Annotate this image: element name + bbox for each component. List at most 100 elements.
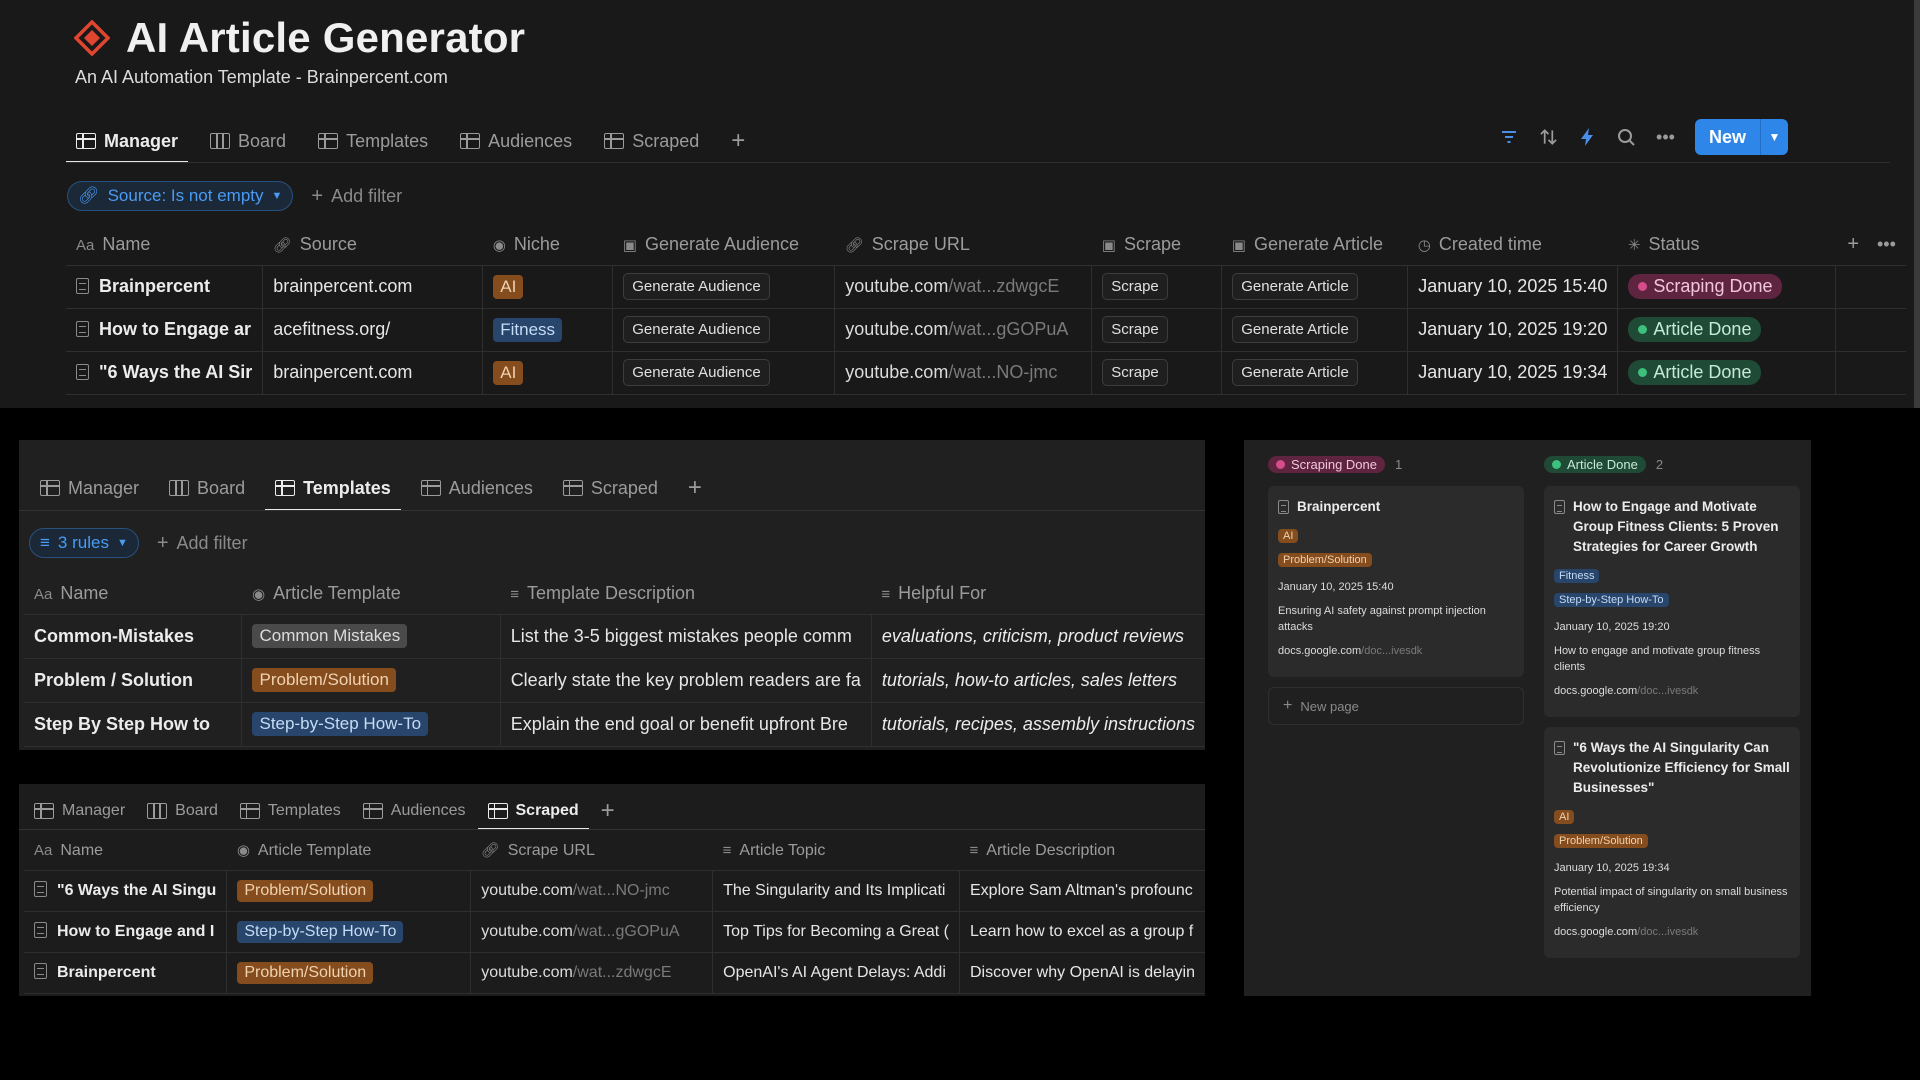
- sort-icon[interactable]: [1539, 128, 1558, 147]
- new-button[interactable]: New ▼: [1694, 119, 1788, 155]
- generate-audience-button[interactable]: Generate Audience: [623, 273, 770, 300]
- add-filter-button[interactable]: + Add filter: [311, 185, 402, 208]
- tab-scraped[interactable]: Scraped: [477, 793, 589, 830]
- new-button-label[interactable]: New: [1695, 119, 1760, 155]
- add-view-icon[interactable]: +: [688, 474, 702, 502]
- tab-manager[interactable]: Manager: [34, 793, 125, 829]
- tab-scraped[interactable]: Scraped: [604, 120, 699, 162]
- name-cell[interactable]: Common-Mistakes: [24, 614, 243, 659]
- tab-audiences[interactable]: Audiences: [460, 120, 572, 162]
- table-row[interactable]: "6 Ways the AI Singu Problem/Solution yo…: [24, 870, 1205, 912]
- name-cell[interactable]: "6 Ways the AI Singu: [24, 870, 228, 912]
- description-cell[interactable]: Explore Sam Altman's profounc: [959, 870, 1205, 912]
- description-cell[interactable]: Discover why OpenAI is delayin: [959, 952, 1205, 994]
- column-header-status[interactable]: ✳ Status: [1617, 225, 1836, 266]
- topic-cell[interactable]: Top Tips for Becoming a Great (: [712, 911, 960, 953]
- column-header-generate-audience[interactable]: ▣ Generate Audience: [612, 225, 835, 266]
- description-cell[interactable]: Learn how to excel as a group f: [959, 911, 1205, 953]
- generate-audience-button[interactable]: Generate Audience: [623, 316, 770, 343]
- table-row[interactable]: Problem / Solution Problem/Solution Clea…: [24, 658, 1205, 703]
- name-cell[interactable]: Brainpercent: [66, 265, 264, 309]
- niche-cell[interactable]: AI: [482, 351, 614, 395]
- tab-manager[interactable]: Manager: [40, 466, 139, 510]
- more-icon[interactable]: •••: [1877, 234, 1896, 254]
- chevron-down-icon[interactable]: ▼: [1760, 119, 1788, 155]
- tab-templates[interactable]: Templates: [265, 466, 401, 511]
- card-link[interactable]: docs.google.com/doc...ivesdk: [1554, 924, 1790, 940]
- helpful-cell[interactable]: tutorials, recipes, assembly instruction…: [871, 702, 1205, 747]
- search-icon[interactable]: [1617, 128, 1636, 147]
- board-card[interactable]: How to Engage and Motivate Group Fitness…: [1544, 486, 1800, 717]
- template-cell[interactable]: Step-by-Step How-To: [241, 702, 501, 747]
- scrape-url-cell[interactable]: youtube.com/wat...gGOPuA: [834, 308, 1093, 352]
- name-cell[interactable]: "6 Ways the AI Sir: [66, 351, 264, 395]
- template-cell[interactable]: Problem/Solution: [226, 952, 472, 994]
- table-row[interactable]: Brainpercent Problem/Solution youtube.co…: [24, 952, 1205, 994]
- source-filter-pill[interactable]: 🔗︎ Source: Is not empty ▼: [67, 181, 294, 211]
- column-header-article-template[interactable]: ◉ Article Template: [241, 574, 501, 615]
- description-cell[interactable]: Clearly state the key problem readers ar…: [500, 658, 872, 703]
- tab-templates[interactable]: Templates: [239, 793, 341, 829]
- status-cell[interactable]: Article Done: [1617, 308, 1837, 352]
- column-header-template-description[interactable]: ≡ Template Description: [500, 574, 872, 615]
- card-link[interactable]: docs.google.com/doc...ivesdk: [1278, 643, 1514, 659]
- name-cell[interactable]: Brainpercent: [24, 952, 228, 994]
- scrape-url-cell[interactable]: youtube.com/wat...zdwgcE: [470, 952, 714, 994]
- column-header-article-template[interactable]: ◉ Article Template: [226, 832, 471, 871]
- helpful-cell[interactable]: tutorials, how-to articles, sales letter…: [871, 658, 1205, 703]
- generate-article-button[interactable]: Generate Article: [1232, 359, 1358, 386]
- status-cell[interactable]: Scraping Done: [1617, 265, 1837, 309]
- column-header-article-description[interactable]: ≡ Article Description: [959, 832, 1205, 871]
- tab-board[interactable]: Board: [210, 120, 286, 162]
- table-row[interactable]: Step By Step How to Step-by-Step How-To …: [24, 702, 1205, 747]
- column-header-article-topic[interactable]: ≡ Article Topic: [712, 832, 960, 871]
- scrape-url-cell[interactable]: youtube.com/wat...zdwgcE: [834, 265, 1093, 309]
- tab-audiences[interactable]: Audiences: [362, 793, 466, 829]
- scrape-url-cell[interactable]: youtube.com/wat...NO-jmc: [834, 351, 1093, 395]
- table-row[interactable]: How to Engage and I Step-by-Step How-To …: [24, 911, 1205, 953]
- name-cell[interactable]: Step By Step How to: [24, 702, 243, 747]
- generate-article-button[interactable]: Generate Article: [1232, 273, 1358, 300]
- table-row[interactable]: Brainpercent brainpercent.com AI Generat…: [66, 265, 1906, 309]
- tab-audiences[interactable]: Audiences: [420, 466, 533, 510]
- template-cell[interactable]: Problem/Solution: [226, 870, 472, 912]
- column-header-helpful-for[interactable]: ≡ Helpful For: [871, 574, 1205, 615]
- source-cell[interactable]: acefitness.org/: [262, 308, 484, 352]
- source-cell[interactable]: brainpercent.com: [262, 351, 484, 395]
- column-header-scrape-url[interactable]: 🔗︎ Scrape URL: [470, 832, 713, 871]
- column-header-niche[interactable]: ◉ Niche: [482, 225, 613, 266]
- template-cell[interactable]: Common Mistakes: [241, 614, 501, 659]
- generate-article-button[interactable]: Generate Article: [1232, 316, 1358, 343]
- tab-board[interactable]: Board: [169, 466, 245, 510]
- column-header-created-time[interactable]: ◷ Created time: [1407, 225, 1618, 266]
- niche-cell[interactable]: Fitness: [482, 308, 614, 352]
- topic-cell[interactable]: OpenAI's AI Agent Delays: Addi: [712, 952, 960, 994]
- table-row[interactable]: "6 Ways the AI Sir brainpercent.com AI G…: [66, 351, 1906, 395]
- topic-cell[interactable]: The Singularity and Its Implicati: [712, 870, 960, 912]
- generate-audience-button[interactable]: Generate Audience: [623, 359, 770, 386]
- add-view-icon[interactable]: +: [601, 797, 615, 825]
- status-cell[interactable]: Article Done: [1617, 351, 1837, 395]
- description-cell[interactable]: List the 3-5 biggest mistakes people com…: [500, 614, 872, 659]
- tab-templates[interactable]: Templates: [318, 120, 428, 162]
- scrape-button[interactable]: Scrape: [1102, 316, 1168, 343]
- board-card[interactable]: "6 Ways the AI Singularity Can Revolutio…: [1544, 727, 1800, 958]
- tab-manager[interactable]: Manager: [65, 120, 189, 163]
- new-page-button[interactable]: + New page: [1268, 687, 1524, 725]
- column-header-name[interactable]: Aa Name: [24, 832, 227, 871]
- add-filter-button[interactable]: + Add filter: [157, 532, 248, 555]
- column-header-source[interactable]: 🔗︎ Source: [262, 225, 483, 266]
- table-row[interactable]: Common-Mistakes Common Mistakes List the…: [24, 614, 1205, 659]
- name-cell[interactable]: Problem / Solution: [24, 658, 243, 703]
- scrape-button[interactable]: Scrape: [1102, 273, 1168, 300]
- table-row[interactable]: How to Engage ar acefitness.org/ Fitness…: [66, 308, 1906, 352]
- tab-scraped[interactable]: Scraped: [562, 466, 658, 510]
- add-view-icon[interactable]: +: [731, 127, 745, 155]
- template-cell[interactable]: Step-by-Step How-To: [226, 911, 472, 953]
- rules-filter-pill[interactable]: ≡ 3 rules ▼: [29, 528, 139, 558]
- niche-cell[interactable]: AI: [482, 265, 614, 309]
- more-icon[interactable]: •••: [1656, 127, 1675, 147]
- tab-board[interactable]: Board: [147, 793, 218, 829]
- source-cell[interactable]: brainpercent.com: [262, 265, 484, 309]
- scrape-url-cell[interactable]: youtube.com/wat...NO-jmc: [470, 870, 714, 912]
